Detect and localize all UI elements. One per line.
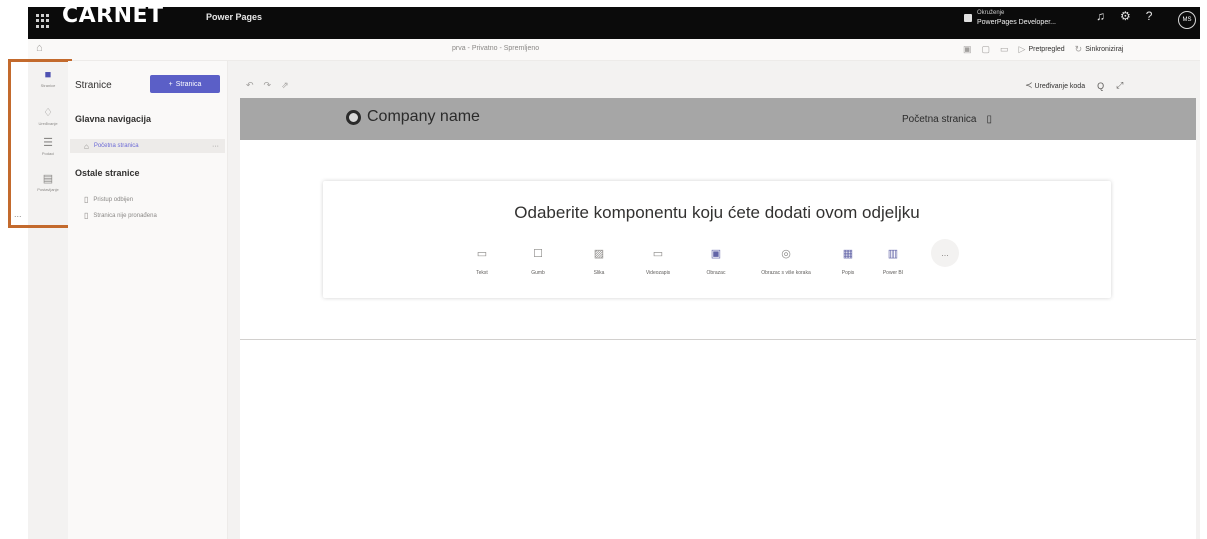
button-icon: ☐ [533,247,543,260]
image-icon: ▨ [593,247,605,260]
nav-item-not-found[interactable]: ▯ Stranica nije pronađena [84,211,157,220]
device-icon[interactable]: ▣ [963,44,972,55]
zoom-icon[interactable]: Q [1097,81,1104,91]
component-label: Popis [841,270,855,276]
component-multistep-form[interactable]: ◎ Obrazac s više koraka [745,242,827,277]
avatar[interactable]: MS [1178,11,1196,29]
list-icon: ▦ [842,247,854,260]
help-icon[interactable]: ? [1146,9,1153,23]
nav-item-access-denied[interactable]: ▯ Pristup odbijen [84,195,133,204]
sync-label: Sinkroniziraj [1085,46,1124,53]
undo-icon[interactable]: ↶ [246,80,254,91]
section-divider [240,339,1196,340]
sync-icon: ↻ [1074,44,1083,54]
edit-code-label: Uređivanje koda [1034,83,1086,90]
bell-icon[interactable]: ♫ [1096,9,1105,23]
text-icon: ▭ [476,247,488,260]
nav-item-home[interactable]: ⌂ Početna stranica ··· [70,139,225,153]
component-label: Power BI [882,270,904,276]
component-more[interactable]: ... [925,239,965,276]
comment-icon[interactable]: ▭ [1000,44,1009,55]
add-page-label: Stranica [175,80,202,88]
more-options-icon[interactable]: ··· [212,143,219,150]
component-label: Slika [593,270,605,276]
company-logo-icon [346,109,361,125]
component-text[interactable]: ▭ Tekst [457,242,507,277]
site-nav-home-label: Početna stranica [902,114,977,125]
component-picker [323,181,1111,298]
pages-panel [68,61,228,539]
page-preview [240,98,1196,539]
component-label: Obrazac [706,270,726,276]
component-button[interactable]: ☐ Gumb [507,242,569,277]
component-image[interactable]: ▨ Slika [569,242,629,277]
expand-icon[interactable]: ⤢ [1116,80,1123,91]
redo-icon[interactable]: ↷ [264,80,272,91]
open-in-new-icon[interactable]: ⇗ [281,80,289,91]
component-label: Gumb [531,270,545,276]
add-page-button[interactable]: + Stranica [150,75,220,93]
power-bi-icon: ▥ [887,247,899,260]
chevron-down-icon: ▯ [986,114,993,125]
component-video[interactable]: ▭ Videozapis [629,242,687,277]
component-label: Obrazac s više koraka [761,270,811,276]
environment-name: PowerPages Developer... [977,19,1056,26]
page-icon: ▯ [84,195,89,204]
site-nav-home[interactable]: Početna stranica ▯ [902,114,992,125]
product-name: Power Pages [206,12,263,22]
form-icon: ▣ [710,247,722,260]
company-name: Company name [367,108,480,125]
more-components-button: ... [931,239,959,267]
component-power-bi[interactable]: ▥ Power BI [869,242,917,277]
sync-button[interactable]: ↻ Sinkroniziraj [1075,44,1124,55]
site-title[interactable]: prva - Privatno - Spremljeno [452,45,539,52]
page-icon: ▯ [84,211,89,220]
preview-button[interactable]: ▷ Pretpregled [1019,44,1065,55]
plus-icon: + [168,80,173,88]
nav-item-label: Stranica nije pronađena [93,212,157,219]
environment-label: Okruženje [977,10,1005,16]
company-brand[interactable]: Company name [346,108,480,126]
nav-item-label: Pristup odbijen [93,196,134,203]
pages-panel-title: Stranice [75,80,112,91]
multistep-form-icon: ◎ [781,247,791,260]
play-icon: ▷ [1018,44,1026,54]
component-label: Tekst [476,270,488,276]
environment-icon [964,14,972,22]
other-pages-title: Ostale stranice [75,168,140,178]
environment-picker[interactable]: Okruženje PowerPages Developer... [964,9,1056,27]
copy-icon[interactable]: ▢ [982,44,991,55]
component-list: ▭ Tekst ☐ Gumb ▨ Slika ▭ Videozapis ▣ Ob… [457,239,965,277]
main-nav-title: Glavna navigacija [75,114,152,124]
component-picker-heading: Odaberite komponentu koju ćete dodati ov… [514,203,920,222]
video-icon: ▭ [652,247,664,260]
component-form[interactable]: ▣ Obrazac [687,242,745,277]
home-page-icon: ⌂ [84,141,89,151]
highlight-box [8,59,72,228]
code-icon: ≺ [1025,80,1033,90]
nav-item-label: Početna stranica [93,143,139,149]
brand-logo: CARNET [62,3,164,28]
preview-label: Pretpregled [1028,46,1065,53]
gear-icon[interactable]: ⚙ [1120,9,1131,23]
edit-code-button[interactable]: ≺ Uređivanje koda [1025,80,1085,91]
component-label: Videozapis [645,270,671,276]
app-launcher-icon[interactable] [36,14,50,28]
home-icon[interactable]: ⌂ [36,42,43,54]
component-list[interactable]: ▦ Popis [827,242,869,277]
